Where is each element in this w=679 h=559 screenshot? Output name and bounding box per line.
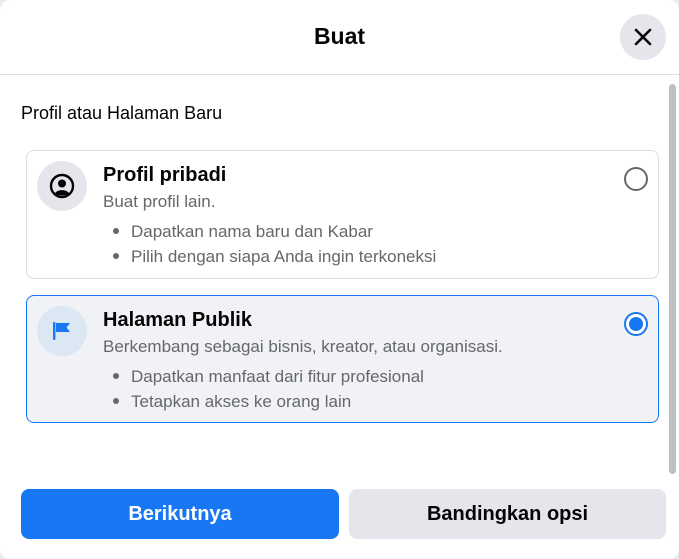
option-bullets: Dapatkan nama baru dan Kabar Pilih denga… — [103, 219, 436, 269]
option-public-page[interactable]: Halaman Publik Berkembang sebagai bisnis… — [26, 295, 659, 423]
profile-icon-wrap — [37, 161, 87, 211]
compare-options-button[interactable]: Bandingkan opsi — [349, 489, 666, 539]
scrollbar[interactable] — [669, 84, 676, 474]
profile-icon — [49, 173, 75, 199]
radio-personal-profile[interactable] — [624, 167, 648, 191]
close-icon — [634, 28, 652, 46]
radio-public-page[interactable] — [624, 312, 648, 336]
dialog-header: Buat — [0, 0, 679, 75]
flag-icon — [53, 322, 70, 340]
bullet-text: Pilih dengan siapa Anda ingin terkoneksi — [131, 247, 437, 266]
create-dialog: Buat Profil atau Halaman Baru Profil pri… — [0, 0, 679, 559]
bullet-item: Dapatkan manfaat dari fitur profesional — [103, 364, 424, 389]
next-button[interactable]: Berikutnya — [21, 489, 339, 539]
option-bullets: Dapatkan manfaat dari fitur profesional … — [103, 364, 424, 414]
option-description: Berkembang sebagai bisnis, kreator, atau… — [103, 337, 503, 356]
dialog-title: Buat — [313, 23, 366, 49]
bullet-text: Dapatkan manfaat dari fitur profesional — [131, 367, 424, 386]
bullet-text: Dapatkan nama baru dan Kabar — [131, 222, 373, 241]
close-button[interactable] — [620, 14, 666, 60]
bullet-item: Dapatkan nama baru dan Kabar — [103, 219, 436, 244]
flag-icon-wrap — [37, 306, 87, 356]
option-title: Halaman Publik — [103, 309, 252, 331]
bullet-item: Pilih dengan siapa Anda ingin terkoneksi — [103, 244, 436, 269]
option-personal-profile[interactable]: Profil pribadi Buat profil lain. Dapatka… — [26, 150, 659, 279]
bullet-item: Tetapkan akses ke orang lain — [103, 389, 424, 414]
bullet-text: Tetapkan akses ke orang lain — [131, 392, 352, 411]
section-title: Profil atau Halaman Baru — [21, 103, 223, 123]
option-description: Buat profil lain. — [103, 192, 216, 211]
option-title: Profil pribadi — [103, 164, 227, 186]
